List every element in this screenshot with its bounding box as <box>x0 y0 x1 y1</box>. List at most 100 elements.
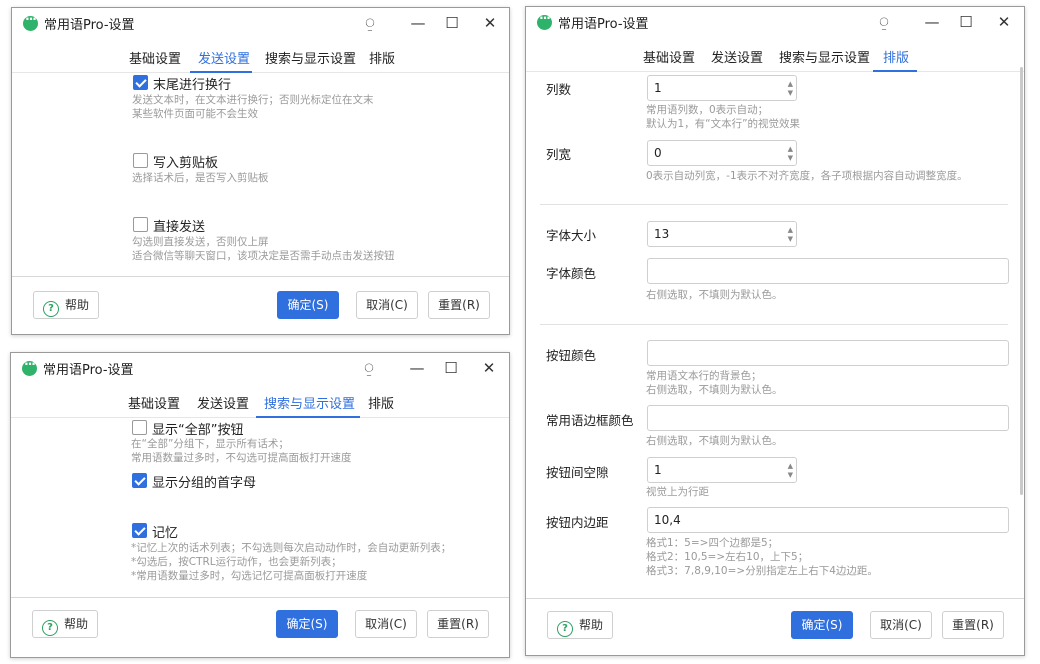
help-label: 帮助 <box>63 617 88 631</box>
tab-send[interactable]: 发送设置 <box>198 48 250 67</box>
active-tab-indicator <box>873 70 917 72</box>
button-padding-input[interactable]: 10,4 <box>647 507 1009 533</box>
help-label: 帮助 <box>64 298 89 312</box>
settings-window-search: 常用语Pro-设置 ⍜ — ☐ ✕ 基础设置 发送设置 搜索与显示设置 排版 显… <box>10 352 510 658</box>
app-chat-icon <box>23 12 38 31</box>
checkbox-initials[interactable] <box>132 473 147 488</box>
section-divider <box>540 204 1008 205</box>
minimize-icon[interactable]: — <box>405 356 429 380</box>
tab-bar: 基础设置 发送设置 搜索与显示设置 排版 <box>11 387 509 418</box>
tab-search-display[interactable]: 搜索与显示设置 <box>265 48 356 67</box>
settings-window-send: 常用语Pro-设置 ⍜ — ☐ ✕ 基础设置 发送设置 搜索与显示设置 排版 末… <box>11 7 510 335</box>
help-icon: ? <box>556 621 573 637</box>
title-bar[interactable]: 常用语Pro-设置 ⍜ — ☐ ✕ <box>12 8 509 38</box>
tab-layout[interactable]: 排版 <box>883 47 909 66</box>
button-gap-spinbox[interactable]: 1 ▲ ▼ <box>647 457 797 483</box>
reset-button[interactable]: 重置(R) <box>428 291 490 319</box>
ok-button[interactable]: 确定(S) <box>277 291 339 319</box>
spinner-arrows-icon[interactable]: ▲ ▼ <box>782 458 796 482</box>
window-title: 常用语Pro-设置 <box>43 363 134 378</box>
help-button[interactable]: ? 帮助 <box>547 611 613 639</box>
spinner-arrows-icon[interactable]: ▲ ▼ <box>782 141 796 165</box>
hint-text: 视觉上为行距 <box>646 486 709 498</box>
hint-text: 右侧选取，不填则为默认色。 <box>646 289 783 301</box>
maximize-icon[interactable]: ☐ <box>954 10 978 34</box>
tab-search-display[interactable]: 搜索与显示设置 <box>264 393 355 412</box>
checkbox-memory-label: 记忆 <box>152 526 179 541</box>
button-color-label: 按钮颜色 <box>546 348 597 363</box>
maximize-icon[interactable]: ☐ <box>440 11 464 35</box>
tab-send[interactable]: 发送设置 <box>197 393 249 412</box>
hint-text: 默认为1，有“文本行”的视觉效果 <box>646 118 801 130</box>
spinner-arrows-icon[interactable]: ▲ ▼ <box>782 222 796 246</box>
pin-icon[interactable]: ⍜ <box>358 11 382 35</box>
close-icon[interactable]: ✕ <box>477 356 501 380</box>
hint-text: 选择话术后，是否写入剪贴板 <box>132 172 269 184</box>
minimize-icon[interactable]: — <box>406 11 430 35</box>
cancel-button[interactable]: 取消(C) <box>870 611 932 639</box>
hint-text: 右侧选取，不填则为默认色。 <box>646 384 783 396</box>
tab-basic[interactable]: 基础设置 <box>128 393 180 412</box>
border-color-input[interactable] <box>647 405 1009 431</box>
button-padding-label: 按钮内边距 <box>546 515 609 530</box>
button-gap-label: 按钮间空隙 <box>546 465 609 480</box>
tab-layout[interactable]: 排版 <box>368 393 394 412</box>
vertical-scrollbar[interactable] <box>1020 67 1023 495</box>
font-size-label: 字体大小 <box>546 228 597 243</box>
title-bar[interactable]: 常用语Pro-设置 ⍜ — ☐ ✕ <box>11 353 509 383</box>
cancel-button[interactable]: 取消(C) <box>355 610 417 638</box>
checkbox-show-all[interactable] <box>132 420 147 435</box>
font-color-input[interactable] <box>647 258 1009 284</box>
tab-layout[interactable]: 排版 <box>369 48 395 67</box>
minimize-icon[interactable]: — <box>920 10 944 34</box>
reset-button[interactable]: 重置(R) <box>942 611 1004 639</box>
col-width-spinbox[interactable]: 0 ▲ ▼ <box>647 140 797 166</box>
app-chat-icon <box>22 357 37 376</box>
font-size-spinbox[interactable]: 13 ▲ ▼ <box>647 221 797 247</box>
dialog-footer: ? 帮助 确定(S) 取消(C) 重置(R) <box>12 276 509 334</box>
hint-text: 格式2：10,5=>左右10，上下5； <box>646 551 809 563</box>
hint-text: *常用语数量过多时，勾选记忆可提高面板打开速度 <box>131 570 368 582</box>
hint-text: *勾选后，按CTRL运行动作，也会更新列表； <box>131 556 342 568</box>
pin-icon[interactable]: ⍜ <box>357 356 381 380</box>
close-icon[interactable]: ✕ <box>478 11 502 35</box>
ok-button[interactable]: 确定(S) <box>276 610 338 638</box>
pin-icon[interactable]: ⍜ <box>872 10 896 34</box>
window-title: 常用语Pro-设置 <box>558 17 649 32</box>
tab-search-display[interactable]: 搜索与显示设置 <box>779 47 870 66</box>
checkbox-direct-send[interactable] <box>133 217 148 232</box>
tab-basic[interactable]: 基础设置 <box>129 48 181 67</box>
columns-label: 列数 <box>546 82 572 97</box>
dialog-footer: ? 帮助 确定(S) 取消(C) 重置(R) <box>526 598 1024 655</box>
checkbox-newline[interactable] <box>133 75 148 90</box>
close-icon[interactable]: ✕ <box>992 10 1016 34</box>
title-bar[interactable]: 常用语Pro-设置 ⍜ — ☐ ✕ <box>526 7 1024 37</box>
font-size-value: 13 <box>654 227 670 241</box>
ok-button[interactable]: 确定(S) <box>791 611 853 639</box>
window-title: 常用语Pro-设置 <box>44 18 135 33</box>
hint-text: 发送文本时，在文本进行换行；否则光标定位在文末 <box>132 94 374 106</box>
checkbox-memory[interactable] <box>132 523 147 538</box>
col-width-label: 列宽 <box>546 147 572 162</box>
col-width-value: 0 <box>654 146 662 160</box>
active-tab-indicator <box>256 416 360 418</box>
maximize-icon[interactable]: ☐ <box>439 356 463 380</box>
hint-text: *记忆上次的话术列表；不勾选则每次启动动作时，会自动更新列表； <box>131 542 452 554</box>
settings-window-layout: 常用语Pro-设置 ⍜ — ☐ ✕ 基础设置 发送设置 搜索与显示设置 排版 列… <box>525 6 1025 656</box>
checkbox-direct-send-label: 直接发送 <box>153 220 206 235</box>
tab-basic[interactable]: 基础设置 <box>643 47 695 66</box>
section-divider <box>540 324 1008 325</box>
help-button[interactable]: ? 帮助 <box>32 610 98 638</box>
columns-spinbox[interactable]: 1 ▲ ▼ <box>647 75 797 101</box>
cancel-button[interactable]: 取消(C) <box>356 291 418 319</box>
checkbox-clipboard[interactable] <box>133 153 148 168</box>
button-color-input[interactable] <box>647 340 1009 366</box>
dialog-footer: ? 帮助 确定(S) 取消(C) 重置(R) <box>11 597 509 657</box>
tab-bar: 基础设置 发送设置 搜索与显示设置 排版 <box>12 42 509 73</box>
hint-text: 右侧选取，不填则为默认色。 <box>646 435 783 447</box>
spinner-arrows-icon[interactable]: ▲ ▼ <box>782 76 796 100</box>
help-button[interactable]: ? 帮助 <box>33 291 99 319</box>
tab-send[interactable]: 发送设置 <box>711 47 763 66</box>
reset-button[interactable]: 重置(R) <box>427 610 489 638</box>
checkbox-clipboard-label: 写入剪贴板 <box>153 156 219 171</box>
